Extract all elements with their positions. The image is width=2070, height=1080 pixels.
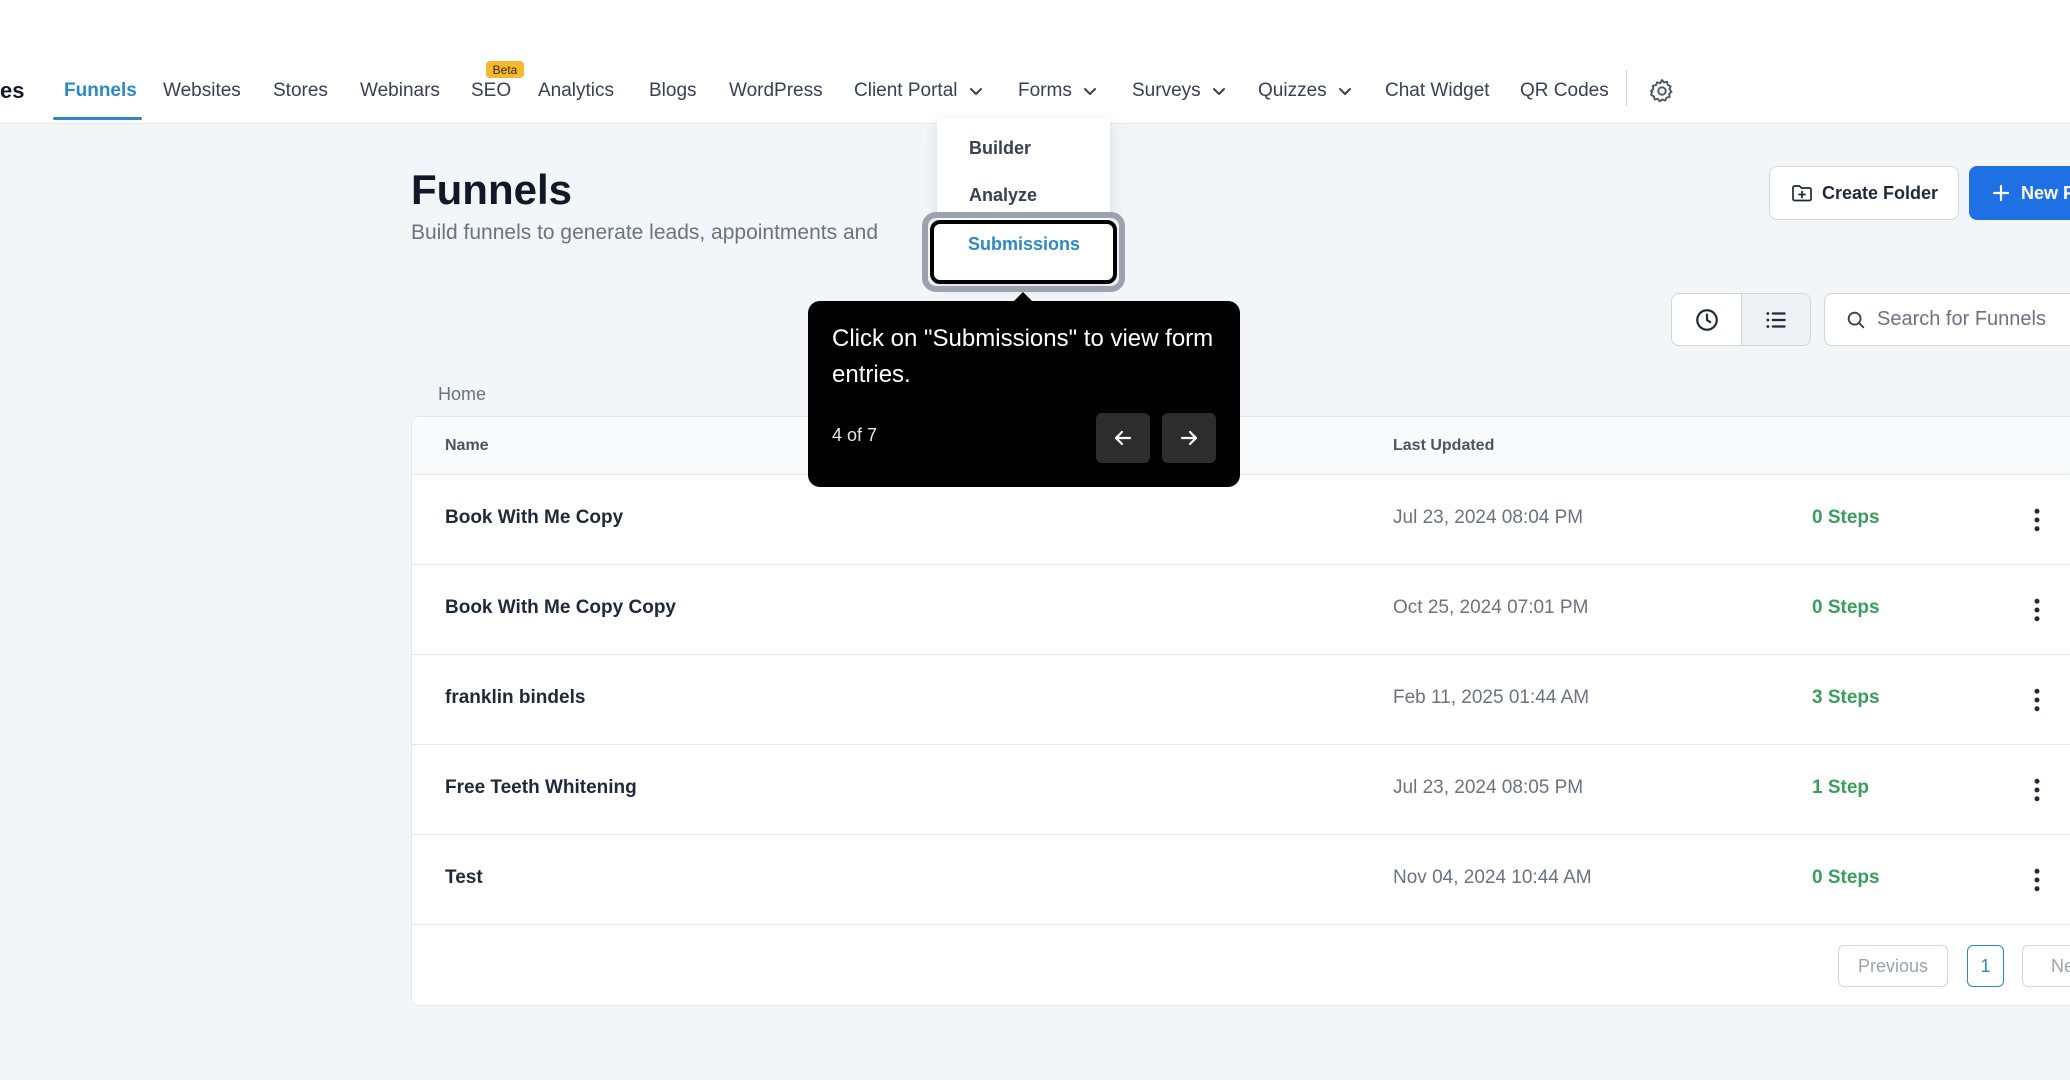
nav-tab-label: Websites [163,80,241,101]
top-nav: es Funnels Websites Stores Webinars SEO … [0,0,2070,124]
menu-item-analyze[interactable]: Analyze [969,185,1037,206]
tooltip-next-button[interactable] [1162,413,1216,463]
breadcrumb-home[interactable]: Home [438,384,486,405]
chevron-down-icon [1212,88,1225,95]
nav-tab-wordpress[interactable]: WordPress [729,76,823,106]
nav-tab-funnels[interactable]: Funnels [64,76,137,106]
create-folder-label: Create Folder [1821,182,1939,203]
table-row[interactable]: Book With Me Copy Copy Oct 25, 2024 07:0… [412,565,2070,655]
funnel-name[interactable]: franklin bindels [445,687,585,709]
app-frame: es Funnels Websites Stores Webinars SEO … [0,0,2070,1080]
recent-view-button[interactable] [1672,294,1741,345]
column-header-last-updated[interactable]: Last Updated [1393,437,1494,455]
funnel-steps: 0 Steps [1812,597,1880,618]
funnel-updated: Nov 04, 2024 10:44 AM [1393,867,1592,888]
nav-tab-surveys[interactable]: Surveys [1132,76,1227,106]
search-placeholder: Search for Funnels [1877,308,2046,330]
nav-tab-qr-codes[interactable]: QR Codes [1520,76,1609,106]
nav-tab-webinars[interactable]: Webinars [360,76,440,106]
more-vertical-icon[interactable] [2022,595,2052,625]
nav-tab-label: SEO [471,80,512,101]
nav-tab-label: Chat Widget [1385,80,1490,101]
menu-item-submissions-label: Submissions [968,234,1081,254]
funnel-name[interactable]: Book With Me Copy Copy [445,597,676,619]
plus-icon [1992,184,2010,202]
new-funnel-label: New F [2021,182,2070,203]
more-vertical-icon[interactable] [2022,685,2052,715]
nav-tab-label: Blogs [649,80,697,101]
page-subtitle: Build funnels to generate leads, appoint… [411,221,878,244]
table-header: Name Last Updated [412,417,2070,475]
tooltip-text: Click on "Submissions" to view form entr… [832,325,1214,388]
previous-page-button[interactable]: Previous [1838,945,1948,987]
nav-tab-label: WordPress [729,80,823,101]
clock-icon [1695,308,1718,331]
nav-tab-forms[interactable]: Forms [1018,76,1098,106]
nav-tab-label: Analytics [538,80,615,101]
menu-item-builder[interactable]: Builder [969,138,1031,159]
more-vertical-icon[interactable] [2022,865,2052,895]
nav-partial-item[interactable]: es [0,76,24,106]
nav-tab-analytics[interactable]: Analytics [538,76,614,106]
funnel-steps: 0 Steps [1812,507,1880,528]
gear-icon[interactable] [1648,77,1676,105]
view-toggle [1671,293,1811,346]
page-1-button[interactable]: 1 [1967,945,2004,987]
list-view-button[interactable] [1741,294,1810,345]
tooltip-step-counter: 4 of 7 [832,425,878,445]
nav-tab-seo[interactable]: SEO [471,76,511,106]
funnel-name[interactable]: Free Teeth Whitening [445,777,637,799]
funnel-updated: Oct 25, 2024 07:01 PM [1393,597,1589,618]
nav-tab-label: Quizzes [1258,80,1327,101]
nav-tab-label: Funnels [64,80,137,101]
list-icon [1766,311,1786,328]
search-icon [1847,311,1865,328]
funnel-steps: 1 Step [1812,777,1870,798]
chevron-down-icon [969,88,982,95]
beta-badge: Beta [486,61,524,78]
guide-tooltip: Click on "Submissions" to view form entr… [808,301,1240,487]
column-header-name[interactable]: Name [445,437,489,455]
nav-tab-label: Webinars [360,80,440,101]
nav-divider [1626,70,1627,106]
nav-tab-client-portal[interactable]: Client Portal [854,76,984,106]
nav-tab-label: Forms [1018,80,1072,101]
nav-tab-label: Stores [273,80,328,101]
funnel-updated: Feb 11, 2025 01:44 AM [1393,687,1590,708]
nav-tab-label: QR Codes [1520,80,1609,101]
table-row[interactable]: Book With Me Copy Jul 23, 2024 08:04 PM … [412,475,2070,565]
page-title: Funnels [411,166,573,213]
tooltip-back-button[interactable] [1096,413,1150,463]
nav-tab-stores[interactable]: Stores [273,76,328,106]
table-row[interactable]: Test Nov 04, 2024 10:44 AM 0 Steps [412,835,2070,925]
table-row[interactable]: franklin bindels Feb 11, 2025 01:44 AM 3… [412,655,2070,745]
funnel-updated: Jul 23, 2024 08:04 PM [1393,507,1584,528]
nav-tab-label: Client Portal [854,80,958,101]
chevron-down-icon [1338,88,1351,95]
funnel-steps: 3 Steps [1812,687,1880,708]
funnel-updated: Jul 23, 2024 08:05 PM [1393,777,1584,798]
nav-tab-blogs[interactable]: Blogs [649,76,697,106]
nav-tab-label: Surveys [1132,80,1201,101]
table-row[interactable]: Free Teeth Whitening Jul 23, 2024 08:05 … [412,745,2070,835]
funnel-steps: 0 Steps [1812,867,1880,888]
nav-tab-websites[interactable]: Websites [163,76,241,106]
arrow-left-icon [1114,430,1132,446]
more-vertical-icon[interactable] [2022,775,2052,805]
active-tab-indicator [53,117,142,120]
new-funnel-button[interactable]: New F [1969,166,2070,220]
funnels-table: Name Last Updated Book With Me Copy Jul … [411,416,2070,1006]
nav-tab-quizzes[interactable]: Quizzes [1258,76,1353,106]
funnel-name[interactable]: Test [445,867,483,889]
chevron-down-icon [1083,88,1096,95]
next-page-button[interactable]: Nex [2022,945,2070,987]
arrow-right-icon [1180,430,1198,446]
more-vertical-icon[interactable] [2022,505,2052,535]
create-folder-button[interactable]: Create Folder [1769,166,1959,220]
nav-tab-chat-widget[interactable]: Chat Widget [1385,76,1490,106]
folder-plus-icon [1792,185,1812,202]
search-input[interactable]: Search for Funnels [1824,293,2070,346]
funnel-name[interactable]: Book With Me Copy [445,507,623,529]
